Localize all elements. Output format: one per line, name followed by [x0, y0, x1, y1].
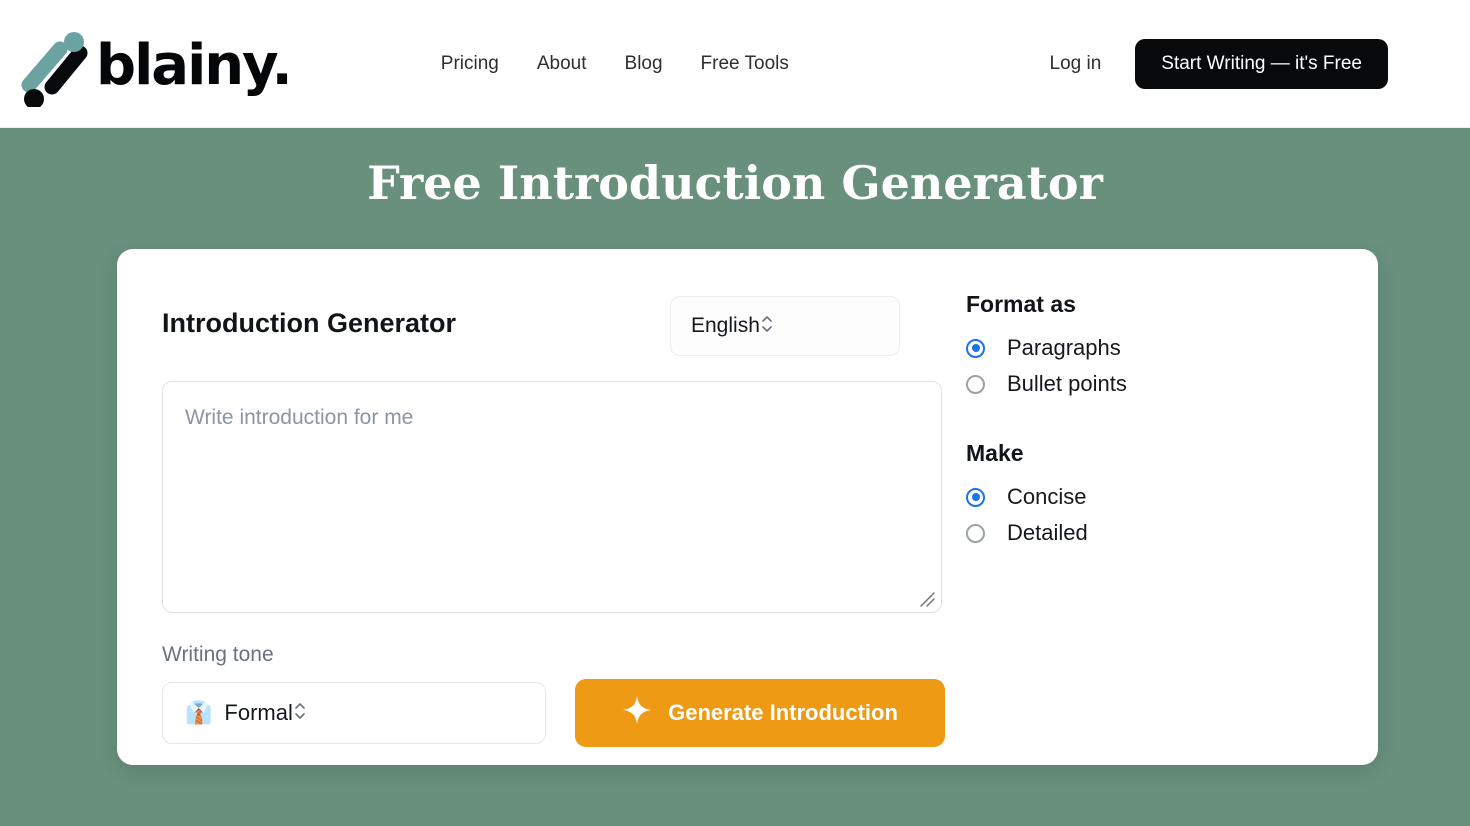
tone-and-generate-row: 👔 Formal Generate Introduction — [162, 679, 945, 747]
start-writing-button[interactable]: Start Writing — it's Free — [1135, 38, 1388, 89]
radio-label: Concise — [1007, 484, 1087, 509]
radio-icon — [966, 487, 985, 507]
radio-icon — [966, 338, 985, 358]
radio-make-detailed[interactable]: Detailed — [966, 515, 1127, 551]
options-panel: Format as Paragraphs Bullet points Make … — [945, 249, 1127, 765]
language-select-value: English — [691, 314, 760, 337]
radio-label: Bullet points — [1007, 371, 1127, 396]
main-navigation: Pricing About Blog Free Tools — [441, 53, 789, 75]
writing-tone-select[interactable]: 👔 Formal — [162, 682, 546, 744]
form-header: Introduction Generator English — [162, 296, 945, 358]
writing-tone-value: Formal — [224, 700, 293, 725]
chevron-updown-icon — [293, 700, 307, 727]
sparkle-icon — [622, 695, 652, 731]
site-header: blainy. Pricing About Blog Free Tools Lo… — [0, 0, 1470, 128]
nav-item-about[interactable]: About — [537, 53, 587, 75]
nav-item-free-tools[interactable]: Free Tools — [701, 53, 789, 75]
blainy-logo-icon — [12, 15, 94, 112]
radio-icon — [966, 374, 985, 394]
radio-make-concise[interactable]: Concise — [966, 479, 1127, 515]
brand-logo[interactable]: blainy. — [12, 14, 293, 114]
nav-item-pricing[interactable]: Pricing — [441, 53, 499, 75]
generate-button-label: Generate Introduction — [668, 700, 898, 725]
nav-item-blog[interactable]: Blog — [625, 53, 663, 75]
radio-icon — [966, 523, 985, 543]
prompt-input[interactable] — [162, 381, 942, 613]
radio-label: Detailed — [1007, 520, 1088, 545]
chevron-updown-icon — [760, 313, 774, 340]
radio-label: Paragraphs — [1007, 335, 1121, 360]
generate-introduction-button[interactable]: Generate Introduction — [575, 679, 945, 747]
writing-tone-label: Writing tone — [162, 643, 274, 666]
radio-format-bullet-points[interactable]: Bullet points — [966, 366, 1127, 402]
prompt-field-wrapper — [162, 381, 942, 613]
language-select[interactable]: English — [670, 296, 900, 356]
hero-section: Free Introduction Generator Introduction… — [0, 128, 1470, 826]
radio-format-paragraphs[interactable]: Paragraphs — [966, 330, 1127, 366]
make-title: Make — [966, 440, 1024, 466]
header-actions: Log in Start Writing — it's Free — [1050, 38, 1388, 89]
generator-form: Introduction Generator English Write int… — [117, 249, 945, 765]
format-as-title: Format as — [966, 291, 1076, 317]
page-title: Free Introduction Generator — [367, 156, 1103, 210]
login-link[interactable]: Log in — [1050, 53, 1102, 75]
tool-title: Introduction Generator — [162, 308, 457, 338]
generator-card: Introduction Generator English Write int… — [117, 249, 1378, 765]
brand-wordmark: blainy. — [96, 32, 293, 98]
necktie-icon: 👔 — [185, 700, 213, 725]
